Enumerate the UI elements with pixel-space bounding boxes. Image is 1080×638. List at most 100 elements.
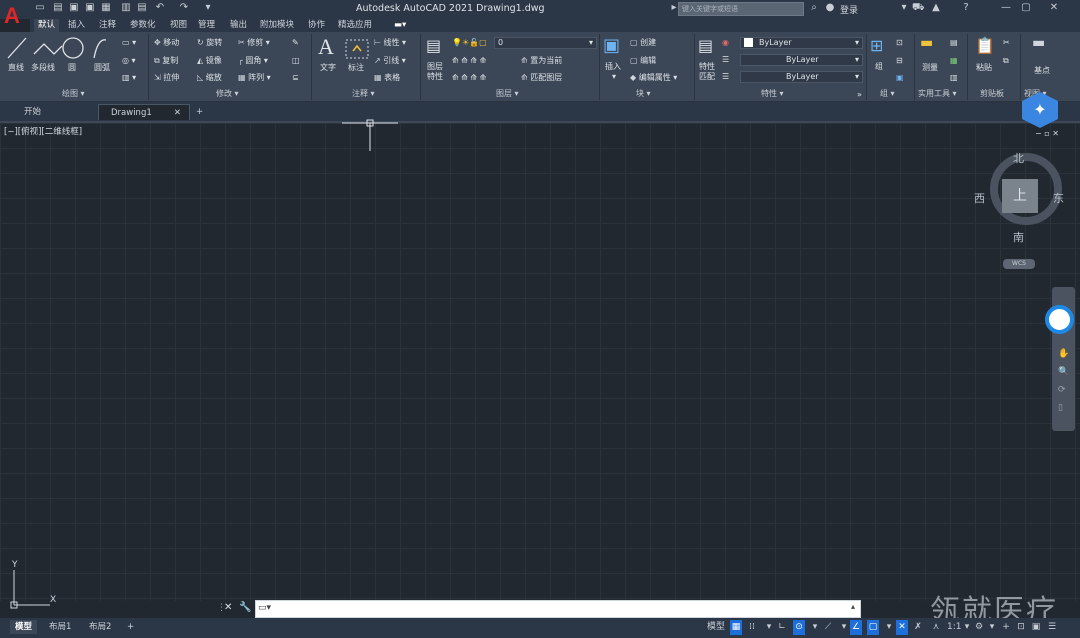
tab-default[interactable]: 默认: [34, 19, 60, 32]
viewport-controls[interactable]: [−][俯视][二维线框]: [4, 125, 82, 137]
ungroup-icon[interactable]: ⊡: [896, 38, 903, 48]
paste-button[interactable]: 粘贴: [976, 63, 992, 73]
workspace-gear-icon[interactable]: ⚙: [973, 620, 985, 635]
viewport-window-controls[interactable]: − ▫ ✕: [1035, 129, 1059, 138]
gradient-icon[interactable]: ▥ ▾: [122, 73, 136, 83]
edit-block-button[interactable]: ▢ 编辑: [630, 56, 656, 66]
panel-expand-icon[interactable]: »: [857, 90, 862, 100]
cloud-save-icon[interactable]: ▦: [100, 2, 112, 14]
redo-icon[interactable]: ↷: [178, 2, 190, 14]
move-button[interactable]: ✥ 移动: [154, 38, 179, 48]
command-history-icon[interactable]: ▴: [851, 602, 855, 611]
polar-menu-icon[interactable]: ▾: [809, 620, 821, 635]
viewcube-top-face[interactable]: 上: [1002, 179, 1038, 213]
close-window-icon[interactable]: ✕: [1048, 2, 1060, 14]
steering-wheel-icon[interactable]: [1045, 305, 1074, 334]
cart-icon[interactable]: ⛟: [912, 2, 925, 14]
match-properties-button[interactable]: 特性 匹配: [699, 62, 715, 82]
tab-start[interactable]: 开始: [12, 104, 92, 120]
save-icon[interactable]: ▣: [68, 2, 80, 14]
tab-output[interactable]: 输出: [226, 19, 251, 32]
hardware-acceleration-icon[interactable]: ⊡: [1015, 620, 1027, 635]
snap-toggle-icon[interactable]: ⁞⁞: [746, 620, 758, 635]
cmdline-settings-icon[interactable]: 🔧: [239, 602, 251, 613]
plot-icon[interactable]: ▥: [120, 2, 132, 14]
fullscreen-icon[interactable]: ▣: [1030, 620, 1042, 635]
minimize-icon[interactable]: —: [1000, 2, 1012, 14]
lineweight-dropdown[interactable]: ByLayer ▾: [740, 71, 863, 83]
autocad-logo-button[interactable]: A: [4, 3, 26, 29]
compass-east[interactable]: 东: [1053, 190, 1064, 206]
new-file-icon[interactable]: ▭: [34, 2, 46, 14]
workspace-menu-icon[interactable]: ▾: [986, 620, 998, 635]
edit-attributes-button[interactable]: ◆ 编辑属性 ▾: [630, 73, 677, 83]
osnap-tracking-icon[interactable]: ∠: [850, 620, 862, 635]
fillet-button[interactable]: ╭ 圆角 ▾: [238, 56, 268, 66]
nav-tools[interactable]: ✋ 🔍 ⟳ ▯: [1058, 345, 1069, 417]
dropdown-icon[interactable]: ▾: [898, 2, 910, 14]
calculator-icon[interactable]: ▦: [950, 56, 958, 66]
quick-select-icon[interactable]: ▤: [950, 38, 958, 48]
annotation-visibility-icon[interactable]: ✗: [912, 620, 924, 635]
color-wheel-icon[interactable]: ◉: [722, 38, 729, 48]
compass-north[interactable]: 北: [1013, 150, 1024, 166]
annotation-scale-icon[interactable]: ✕: [896, 620, 908, 635]
tab-view[interactable]: 视图: [166, 19, 191, 32]
model-space-button[interactable]: 模型: [707, 620, 725, 635]
add-layout-button[interactable]: +: [122, 620, 139, 634]
trim-button[interactable]: ✂ 修剪 ▾: [238, 38, 270, 48]
group-icon[interactable]: ⊞: [870, 36, 883, 56]
login-link[interactable]: 登录: [840, 3, 858, 16]
measure-icon[interactable]: ▬: [920, 36, 933, 50]
base-point-icon[interactable]: ▬: [1032, 36, 1045, 50]
undo-icon[interactable]: ↶: [154, 2, 166, 14]
circle-button[interactable]: 圆: [68, 63, 76, 73]
layer-tools-row2[interactable]: ⟰ ⟰ ⟰ ⟰: [452, 73, 486, 83]
layer-properties-icon[interactable]: ▤: [426, 36, 441, 56]
group-select-icon[interactable]: ▣: [896, 73, 904, 83]
id-point-icon[interactable]: ▥: [950, 73, 958, 83]
ortho-toggle-icon[interactable]: ∟: [776, 620, 788, 635]
customize-qa-icon[interactable]: ▾: [202, 2, 214, 14]
hatch-icon[interactable]: ◎ ▾: [122, 56, 136, 66]
stretch-button[interactable]: ⇲ 拉伸: [154, 73, 179, 83]
measure-button[interactable]: 测量: [922, 63, 938, 73]
copy-clip-icon[interactable]: ⧉: [1003, 56, 1009, 66]
explode-icon[interactable]: ◫: [292, 56, 300, 66]
annotation-panel-title[interactable]: 注释 ▾: [352, 88, 375, 100]
tab-collaborate[interactable]: 协作: [304, 19, 329, 32]
ribbon-toggle-icon[interactable]: ▬▾: [390, 19, 410, 32]
command-input[interactable]: [255, 600, 861, 618]
search-icon[interactable]: ⌕: [808, 2, 820, 14]
polar-toggle-icon[interactable]: ⊙: [793, 620, 805, 635]
group-button[interactable]: 组: [875, 62, 883, 72]
new-tab-button[interactable]: +: [192, 104, 203, 120]
match-layer-button[interactable]: ⟰ 匹配图层: [521, 73, 562, 83]
groups-panel-title[interactable]: 组 ▾: [880, 88, 895, 100]
array-button[interactable]: ▦ 阵列 ▾: [238, 73, 271, 83]
layer-properties-button[interactable]: 图层 特性: [427, 62, 443, 82]
create-block-button[interactable]: ▢ 创建: [630, 38, 656, 48]
add-icon[interactable]: +: [1000, 620, 1012, 635]
leader-button[interactable]: ↗ 引线 ▾: [374, 56, 406, 66]
clipboard-panel-title[interactable]: 剪贴板: [980, 88, 1004, 100]
tab-addins[interactable]: 附加模块: [256, 19, 298, 32]
scale-button[interactable]: ◺ 缩放: [197, 73, 222, 83]
tab-parametric[interactable]: 参数化: [126, 19, 160, 32]
insert-block-icon[interactable]: ▣: [603, 34, 620, 58]
command-prompt-icon[interactable]: ▭▾: [258, 603, 271, 613]
modify-panel-title[interactable]: 修改 ▾: [216, 88, 239, 100]
print-icon[interactable]: ▤: [136, 2, 148, 14]
compass-west[interactable]: 西: [974, 190, 985, 206]
layer-tools-row1[interactable]: ⟰ ⟰ ⟰ ⟰: [452, 56, 486, 66]
table-button[interactable]: ▦ 表格: [374, 73, 400, 83]
copy-button[interactable]: ⧉ 复制: [154, 56, 178, 66]
paste-icon[interactable]: 📋: [975, 36, 995, 56]
tab-insert[interactable]: 插入: [64, 19, 89, 32]
block-panel-title[interactable]: 块 ▾: [636, 88, 651, 100]
rotate-button[interactable]: ↻ 旋转: [197, 38, 222, 48]
search-input[interactable]: 键入关键字或短语: [678, 2, 804, 16]
dimension-button[interactable]: 标注: [348, 63, 364, 73]
set-current-button[interactable]: ⟰ 置为当前: [521, 56, 562, 66]
color-dropdown[interactable]: ByLayer ▾: [740, 37, 863, 49]
